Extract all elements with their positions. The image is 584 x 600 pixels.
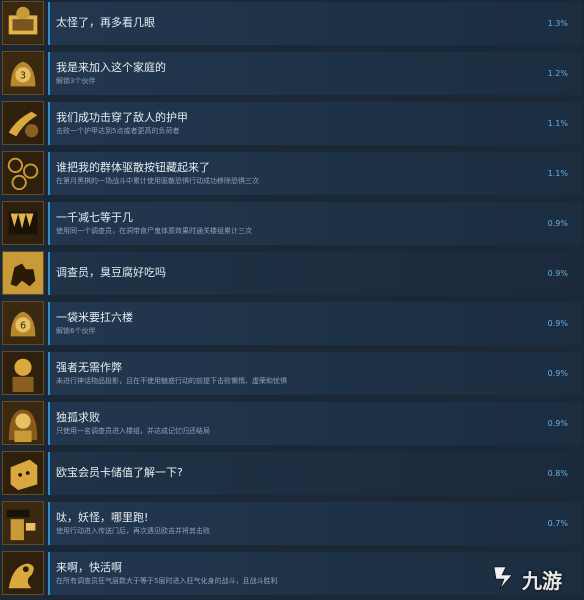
achievement-description: 击败一个护甲达到5点或者更高的负荷者: [56, 127, 180, 135]
svg-text:6: 6: [20, 321, 26, 332]
watermark-logo: 九游: [490, 563, 576, 593]
box-face-icon: [2, 451, 44, 495]
achievement-panel: 我们成功击穿了敌人的护甲 击败一个护甲达到5点或者更高的负荷者 1.1%: [48, 102, 582, 145]
achievement-title: 呔，妖怪，哪里跑!: [56, 511, 149, 524]
achievement-row[interactable]: 6 一袋米要扛六楼 解锁6个伙伴 0.9%: [0, 300, 584, 350]
jiuyou-logo-icon: [490, 563, 520, 591]
achievement-title: 我们成功击穿了敌人的护甲: [56, 111, 188, 124]
achievement-row[interactable]: 谁把我的群体驱散按钮藏起来了 在第月黑棋的一场战斗中累计使用驱散恐惧行动成功移除…: [0, 150, 584, 200]
achievement-panel: 谁把我的群体驱散按钮藏起来了 在第月黑棋的一场战斗中累计使用驱散恐惧行动成功移除…: [48, 152, 582, 195]
achievement-row[interactable]: 3 我是来加入这个家庭的 解锁3个伙伴 1.2%: [0, 50, 584, 100]
unlock-percentage: 1.3%: [547, 19, 568, 28]
unlock-percentage: 0.7%: [547, 519, 568, 528]
badge-six-icon: 6: [2, 301, 44, 345]
achievement-panel: 独孤求败 只使用一名调查员进入楼组，并达成记忆归还结局 0.9%: [48, 402, 582, 445]
achievement-panel: 太怪了，再多看几眼 1.3%: [48, 2, 582, 45]
achievement-row[interactable]: 我们成功击穿了敌人的护甲 击败一个护甲达到5点或者更高的负荷者 1.1%: [0, 100, 584, 150]
achievement-row[interactable]: 一千减七等于几 使用同一个调查员，在洞带食尸鬼体质效果时通关楼组累计三次 0.9…: [0, 200, 584, 250]
dog-silhouette-icon: [2, 251, 44, 295]
achievement-description: 只使用一名调查员进入楼组，并达成记忆归还结局: [56, 427, 210, 435]
achievement-title: 一千减七等于几: [56, 211, 133, 224]
exit-door-icon: [2, 501, 44, 545]
achievement-description: 使用行动进入传送门后，再次遇见欧吉并将其击败: [56, 527, 210, 535]
unlock-percentage: 0.9%: [547, 319, 568, 328]
watermark-text: 九游: [522, 569, 562, 593]
achievement-title: 我是来加入这个家庭的: [56, 61, 166, 74]
unlock-percentage: 0.8%: [547, 469, 568, 478]
badge-three-icon: 3: [2, 51, 44, 95]
svg-text:3: 3: [20, 71, 26, 82]
achievement-title: 强者无需作弊: [56, 361, 122, 374]
achievement-title: 欧宝会员卡储值了解一下?: [56, 466, 183, 479]
achievement-row[interactable]: 强者无需作弊 未进行神话物品投影，且在不使用魅惑行动的前提下击败懒惰、虚荣和忧惧…: [0, 350, 584, 400]
achievement-description: 使用同一个调查员，在洞带食尸鬼体质效果时通关楼组累计三次: [56, 227, 252, 235]
unlock-percentage: 1.1%: [547, 119, 568, 128]
achievement-title: 谁把我的群体驱散按钮藏起来了: [56, 161, 210, 174]
achievement-panel: 我是来加入这个家庭的 解锁3个伙伴 1.2%: [48, 52, 582, 95]
unlock-percentage: 0.9%: [547, 269, 568, 278]
achievement-row[interactable]: 独孤求败 只使用一名调查员进入楼组，并达成记忆归还结局 0.9%: [0, 400, 584, 450]
fanged-mouth-icon: [2, 201, 44, 245]
eye-reading-icon: [2, 1, 44, 45]
portrait-icon: [2, 351, 44, 395]
achievement-row[interactable]: 欧宝会员卡储值了解一下? 0.8%: [0, 450, 584, 500]
claw-strike-icon: [2, 101, 44, 145]
achievement-title: 来啊，快活啊: [56, 561, 122, 574]
achievement-description: 在所有调查员狂气层数大于等于5层时进入狂气化身的战斗，且战斗胜利: [56, 577, 278, 585]
achievement-row[interactable]: 调查员，臭豆腐好吃吗 0.9%: [0, 250, 584, 300]
achievement-description: 未进行神话物品投影，且在不使用魅惑行动的前提下击败懒惰、虚荣和忧惧: [56, 377, 287, 385]
achievement-panel: 一千减七等于几 使用同一个调查员，在洞带食尸鬼体质效果时通关楼组累计三次 0.9…: [48, 202, 582, 245]
achievement-description: 解锁3个伙伴: [56, 77, 96, 85]
achievement-row[interactable]: 呔，妖怪，哪里跑! 使用行动进入传送门后，再次遇见欧吉并将其击败 0.7%: [0, 500, 584, 550]
achievement-title: 太怪了，再多看几眼: [56, 16, 155, 29]
woman-portrait-icon: [2, 401, 44, 445]
achievement-panel: 强者无需作弊 未进行神话物品投影，且在不使用魅惑行动的前提下击败懒惰、虚荣和忧惧…: [48, 352, 582, 395]
achievement-title: 一袋米要扛六楼: [56, 311, 133, 324]
achievement-title: 调查员，臭豆腐好吃吗: [56, 266, 166, 279]
achievement-description: 在第月黑棋的一场战斗中累计使用驱散恐惧行动成功移除恐惧三次: [56, 177, 259, 185]
unlock-percentage: 0.9%: [547, 419, 568, 428]
achievement-title: 独孤求败: [56, 411, 100, 424]
unlock-percentage: 1.2%: [547, 69, 568, 78]
achievement-panel: 呔，妖怪，哪里跑! 使用行动进入传送门后，再次遇见欧吉并将其击败 0.7%: [48, 502, 582, 545]
achievement-panel: 调查员，臭豆腐好吃吗 0.9%: [48, 252, 582, 295]
achievement-row[interactable]: 太怪了，再多看几眼 1.3%: [0, 0, 584, 50]
achievement-panel: 一袋米要扛六楼 解锁6个伙伴 0.9%: [48, 302, 582, 345]
spiral-icon: [2, 151, 44, 195]
unlock-percentage: 1.1%: [547, 169, 568, 178]
tentacle-icon: [2, 551, 44, 595]
achievement-panel: 欧宝会员卡储值了解一下? 0.8%: [48, 452, 582, 495]
achievement-description: 解锁6个伙伴: [56, 327, 96, 335]
unlock-percentage: 0.9%: [547, 219, 568, 228]
unlock-percentage: 0.9%: [547, 369, 568, 378]
